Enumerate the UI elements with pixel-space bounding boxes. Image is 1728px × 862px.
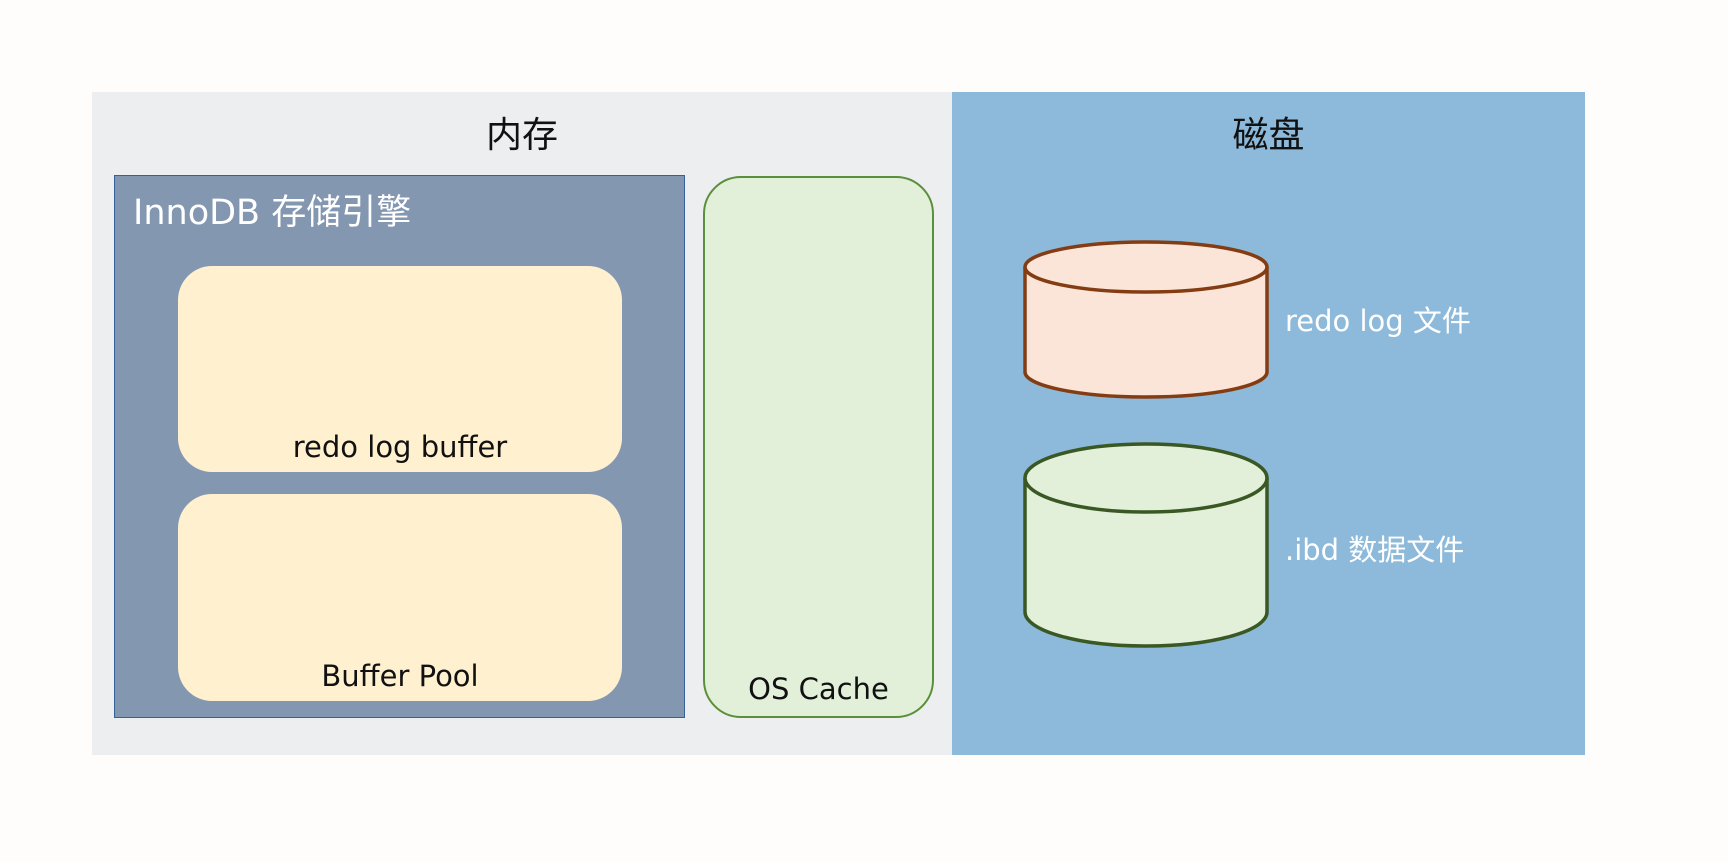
- buffer-pool-block: Buffer Pool: [178, 494, 622, 701]
- ibd-data-file-label: .ibd 数据文件: [1285, 533, 1465, 567]
- os-cache-block: OS Cache: [703, 176, 934, 718]
- redo-log-file-label: redo log 文件: [1285, 304, 1471, 338]
- disk-storage-cylinders: [1023, 240, 1269, 648]
- os-cache-label: OS Cache: [748, 672, 889, 706]
- redo-log-file-cylinder: [1023, 240, 1269, 399]
- redo-log-buffer-block: redo log buffer: [178, 266, 622, 472]
- memory-title: 内存: [485, 115, 558, 156]
- buffer-pool-label: Buffer Pool: [321, 659, 479, 693]
- redo-log-buffer-label: redo log buffer: [292, 430, 508, 464]
- ibd-data-file-cylinder: [1023, 442, 1269, 648]
- innodb-title: InnoDB 存储引擎: [133, 193, 412, 233]
